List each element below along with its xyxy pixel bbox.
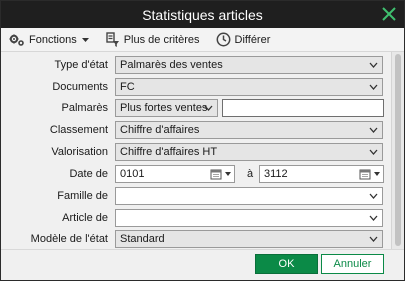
type-etat-label: Type d'état (54, 59, 108, 71)
row-modele: Modèle de l'état Standard (1, 230, 391, 248)
row-palmares: Palmarès Plus fortes ventes (1, 99, 391, 117)
valorisation-value: Chiffre d'affaires HT (120, 146, 218, 158)
clock-icon (216, 32, 230, 47)
functions-label: Fonctions (29, 33, 77, 46)
chevron-down-icon (369, 84, 377, 90)
palmares-select[interactable]: Plus fortes ventes (115, 99, 218, 117)
vertical-scrollbar[interactable] (391, 52, 404, 249)
title-bar: Statistiques articles (1, 1, 404, 28)
caret-down-icon (225, 172, 231, 176)
documents-select[interactable]: FC (115, 78, 383, 96)
chevron-down-icon (369, 215, 377, 221)
chevron-down-icon (369, 62, 377, 68)
more-criteria-label: Plus de critères (123, 33, 200, 46)
date-to-field[interactable]: 3112 (259, 165, 384, 183)
row-article: Article de (1, 209, 391, 227)
row-classement: Classement Chiffre d'affaires (1, 121, 391, 139)
row-documents: Documents FC (1, 78, 391, 96)
palmares-value: Plus fortes ventes (120, 102, 208, 114)
chevron-down-icon (369, 127, 377, 133)
modele-label: Modèle de l'état (30, 233, 108, 245)
criteria-form: Type d'état Palmarès des ventes Document… (1, 52, 391, 249)
defer-label: Différer (234, 33, 271, 46)
date-to-label: à (247, 168, 254, 180)
window-title: Statistiques articles (142, 6, 263, 23)
famille-label: Famille de (57, 190, 108, 202)
famille-select[interactable] (115, 187, 383, 205)
classement-label: Classement (49, 124, 108, 136)
ok-button[interactable]: OK (255, 254, 318, 274)
chevron-down-icon (369, 193, 377, 199)
caret-down-icon (374, 172, 380, 176)
close-icon (382, 7, 396, 21)
type-etat-value: Palmarès des ventes (120, 59, 223, 71)
more-criteria-button[interactable]: Plus de critères (102, 29, 204, 51)
filter-document-icon (106, 31, 119, 47)
close-button[interactable] (380, 5, 398, 23)
row-date: Date de 0101 à 3112 (1, 165, 391, 183)
chevron-down-icon (369, 149, 377, 155)
modele-value: Standard (120, 233, 165, 245)
palmares-label: Palmarès (61, 102, 108, 114)
palmares-count-input[interactable] (222, 99, 384, 117)
defer-button[interactable]: Différer (212, 29, 275, 51)
documents-label: Documents (52, 81, 108, 93)
calendar-icon (210, 169, 222, 180)
dialog-window: Statistiques articles Fonctions Plus de … (0, 0, 405, 281)
calendar-icon (359, 169, 371, 180)
type-etat-select[interactable]: Palmarès des ventes (115, 56, 383, 74)
chevron-down-icon (204, 105, 212, 111)
article-label: Article de (62, 212, 108, 224)
row-valorisation: Valorisation Chiffre d'affaires HT (1, 143, 391, 161)
button-bar: OK Annuler (1, 249, 404, 280)
row-famille: Famille de (1, 187, 391, 205)
documents-value: FC (120, 81, 135, 93)
cancel-button[interactable]: Annuler (321, 254, 384, 274)
functions-menu-button[interactable]: Fonctions (1, 29, 94, 51)
caret-down-icon (81, 37, 89, 42)
date-from-field[interactable]: 0101 (115, 165, 235, 183)
classement-select[interactable]: Chiffre d'affaires (115, 121, 383, 139)
date-to-picker[interactable] (359, 167, 381, 181)
valorisation-label: Valorisation (51, 146, 108, 158)
date-label: Date de (69, 168, 108, 180)
valorisation-select[interactable]: Chiffre d'affaires HT (115, 143, 383, 161)
row-type-etat: Type d'état Palmarès des ventes (1, 56, 391, 74)
article-select[interactable] (115, 209, 383, 227)
chevron-down-icon (369, 236, 377, 242)
date-from-value: 0101 (120, 168, 145, 180)
scrollbar-thumb[interactable] (395, 54, 401, 246)
classement-value: Chiffre d'affaires (120, 124, 200, 136)
gears-icon (9, 34, 24, 46)
date-from-picker[interactable] (210, 167, 232, 181)
toolbar: Fonctions Plus de critères Différer (1, 28, 404, 52)
modele-select[interactable]: Standard (115, 230, 383, 248)
date-to-value: 3112 (264, 168, 288, 180)
